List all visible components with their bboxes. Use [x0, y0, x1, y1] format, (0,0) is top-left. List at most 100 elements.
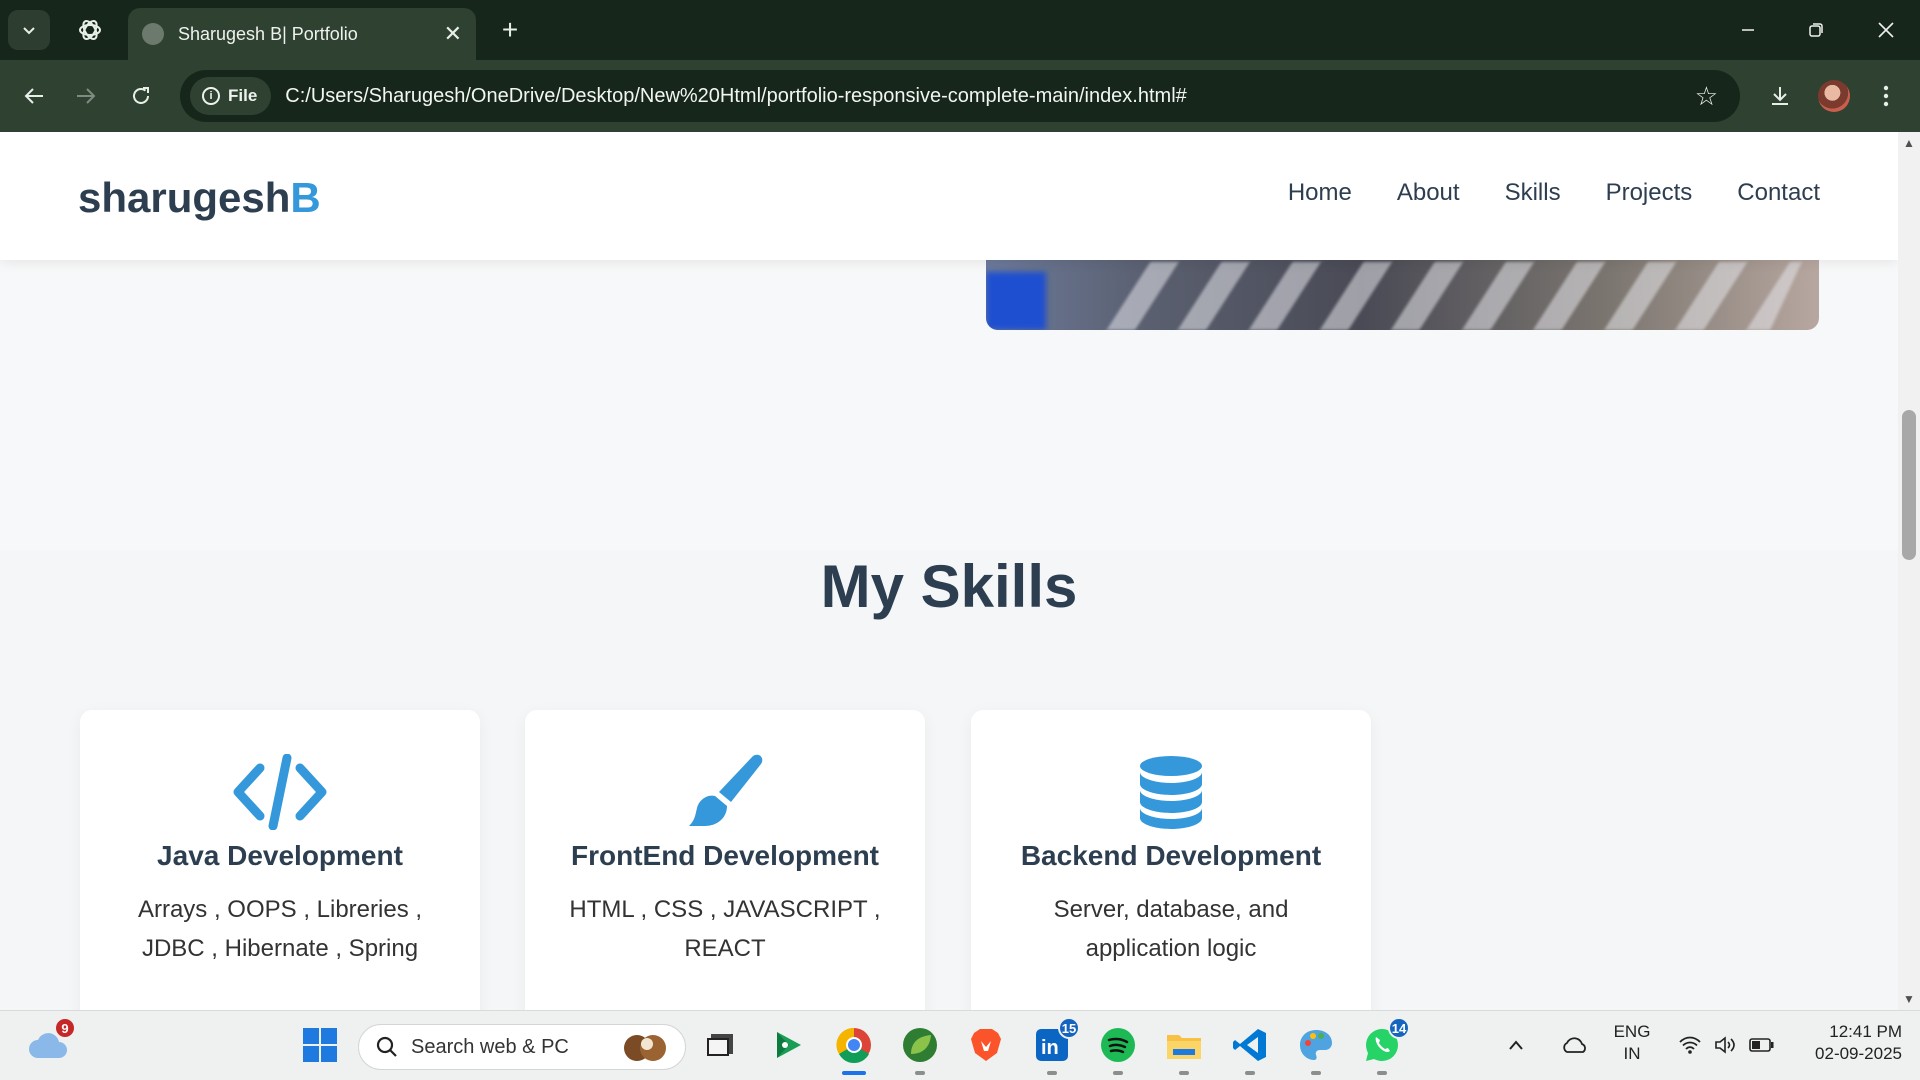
nav-home[interactable]: Home	[1288, 179, 1352, 207]
browser-tab-bar: Sharugesh B| Portfolio ✕ +	[0, 0, 1920, 60]
menu-button[interactable]	[1868, 78, 1904, 114]
weather-badge: 9	[54, 1017, 76, 1039]
search-icon	[376, 1036, 397, 1057]
whatsapp-app[interactable]: 14	[1358, 1017, 1410, 1075]
running-app-indicator	[1311, 1071, 1321, 1075]
arrow-left-icon	[24, 88, 43, 104]
task-view-button[interactable]	[696, 1021, 744, 1069]
linkedin-badge: 15	[1058, 1017, 1080, 1039]
scrollbar-thumb[interactable]	[1902, 410, 1916, 560]
nav-projects[interactable]: Projects	[1606, 179, 1693, 207]
whatsapp-badge: 14	[1388, 1017, 1410, 1039]
clock[interactable]: 12:41 PM 02-09-2025	[1790, 1021, 1902, 1065]
page-scrollbar[interactable]: ▲ ▼	[1898, 132, 1920, 1010]
running-app-indicator	[915, 1071, 925, 1075]
page-viewport: sharugeshB Home About Skills Projects Co…	[0, 132, 1898, 1010]
file-explorer-app[interactable]	[1160, 1021, 1208, 1075]
nav-skills[interactable]: Skills	[1505, 179, 1561, 207]
browser-toolbar: i File C:/Users/Sharugesh/OneDrive/Deskt…	[0, 60, 1920, 132]
wifi-tray[interactable]	[1672, 1021, 1708, 1069]
close-icon	[1878, 22, 1894, 38]
download-icon	[1772, 87, 1788, 105]
skill-card-frontend: FrontEnd Development HTML , CSS , JAVASC…	[525, 710, 925, 1010]
url-text[interactable]: C:/Users/Sharugesh/OneDrive/Desktop/New%…	[285, 85, 1694, 108]
skill-title: FrontEnd Development	[570, 840, 879, 871]
running-app-indicator	[1377, 1071, 1387, 1075]
nav-about[interactable]: About	[1397, 179, 1460, 207]
site-info-chip[interactable]: i File	[190, 77, 272, 115]
keyboard-image-detail	[1090, 262, 1802, 330]
minimize-button[interactable]	[1728, 12, 1768, 48]
google-play-games-icon	[777, 1032, 801, 1058]
reload-button[interactable]	[121, 76, 161, 116]
show-hidden-icons-button[interactable]	[1502, 1021, 1530, 1069]
linkedin-app[interactable]: in 15	[1028, 1017, 1080, 1075]
back-button[interactable]	[14, 76, 54, 116]
battery-tray[interactable]	[1744, 1021, 1780, 1069]
spotify-app[interactable]	[1094, 1021, 1142, 1075]
language-indicator[interactable]: ENG IN	[1608, 1021, 1656, 1065]
onedrive-tray[interactable]	[1558, 1021, 1592, 1069]
more-vertical-icon	[1883, 85, 1889, 107]
close-icon[interactable]: ✕	[444, 21, 462, 47]
site-header: sharugeshB Home About Skills Projects Co…	[0, 132, 1898, 260]
download-button[interactable]	[1762, 78, 1798, 114]
clock-date: 02-09-2025	[1815, 1044, 1902, 1063]
spring-leaf-icon	[903, 1028, 937, 1062]
restore-button[interactable]	[1796, 12, 1836, 48]
chrome-icon	[836, 1027, 871, 1063]
restore-icon	[1809, 23, 1823, 37]
taskbar-search[interactable]: Search web & PC	[358, 1024, 686, 1070]
skill-description: HTML , CSS , JAVASCRIPT , REACT	[569, 896, 881, 962]
spring-tools-app[interactable]	[896, 1021, 944, 1075]
minimize-icon	[1742, 29, 1754, 31]
new-tab-button[interactable]: +	[492, 12, 528, 48]
close-window-button[interactable]	[1866, 12, 1906, 48]
scroll-down-icon[interactable]: ▼	[1902, 992, 1916, 1006]
bookmark-star-icon[interactable]: ☆	[1695, 81, 1718, 112]
address-bar[interactable]: i File C:/Users/Sharugesh/OneDrive/Deskt…	[180, 70, 1740, 122]
battery-icon	[1749, 1038, 1774, 1052]
coconut-search-art-icon	[623, 1035, 666, 1061]
weather-widget[interactable]: 9	[24, 1017, 76, 1069]
logo-main: sharugesh	[78, 174, 291, 221]
running-app-indicator	[1047, 1071, 1057, 1075]
active-tab[interactable]: Sharugesh B| Portfolio ✕	[128, 8, 476, 60]
start-button[interactable]	[296, 1021, 344, 1069]
paint-app[interactable]	[1292, 1021, 1340, 1075]
reload-icon	[133, 87, 149, 104]
info-icon: i	[202, 87, 220, 105]
running-app-indicator	[1113, 1071, 1123, 1075]
main-nav: Home About Skills Projects Contact	[1288, 179, 1820, 207]
skill-description: Arrays , OOPS , Libreries , JDBC , Hiber…	[137, 896, 423, 962]
arrow-right-icon	[77, 88, 96, 104]
skill-title: Backend Development	[1020, 840, 1322, 871]
scroll-up-icon[interactable]: ▲	[1902, 136, 1916, 150]
windows-taskbar: 9 Search web & PC in 15 14 ENG IN 12:41 …	[0, 1010, 1920, 1080]
chrome-app[interactable]	[830, 1021, 878, 1075]
tab-title: Sharugesh B| Portfolio	[178, 23, 358, 44]
openai-icon	[79, 19, 101, 41]
tab-search-button[interactable]	[8, 10, 50, 50]
region-code: IN	[1623, 1044, 1641, 1063]
forward-button[interactable]	[66, 76, 106, 116]
brave-lion-icon	[971, 1029, 1001, 1061]
clock-time: 12:41 PM	[1829, 1022, 1902, 1041]
site-logo[interactable]: sharugeshB	[78, 174, 321, 222]
profile-avatar[interactable]	[1818, 80, 1850, 112]
code-icon	[80, 754, 480, 830]
paint-brush-icon	[525, 754, 925, 830]
vscode-app[interactable]	[1226, 1021, 1274, 1075]
chevron-up-icon	[1509, 1040, 1523, 1050]
language-code: ENG	[1613, 1022, 1651, 1041]
nav-contact[interactable]: Contact	[1737, 179, 1820, 207]
image-blue-highlight	[986, 272, 1046, 330]
paint-palette-icon	[1300, 1030, 1332, 1060]
brave-app[interactable]	[962, 1021, 1010, 1069]
task-view-icon	[707, 1034, 733, 1056]
volume-tray[interactable]	[1708, 1021, 1744, 1069]
chatgpt-tab-icon[interactable]	[74, 14, 106, 46]
play-games-app[interactable]	[764, 1021, 812, 1069]
speaker-icon	[1715, 1036, 1735, 1054]
wifi-icon	[1679, 1036, 1701, 1054]
